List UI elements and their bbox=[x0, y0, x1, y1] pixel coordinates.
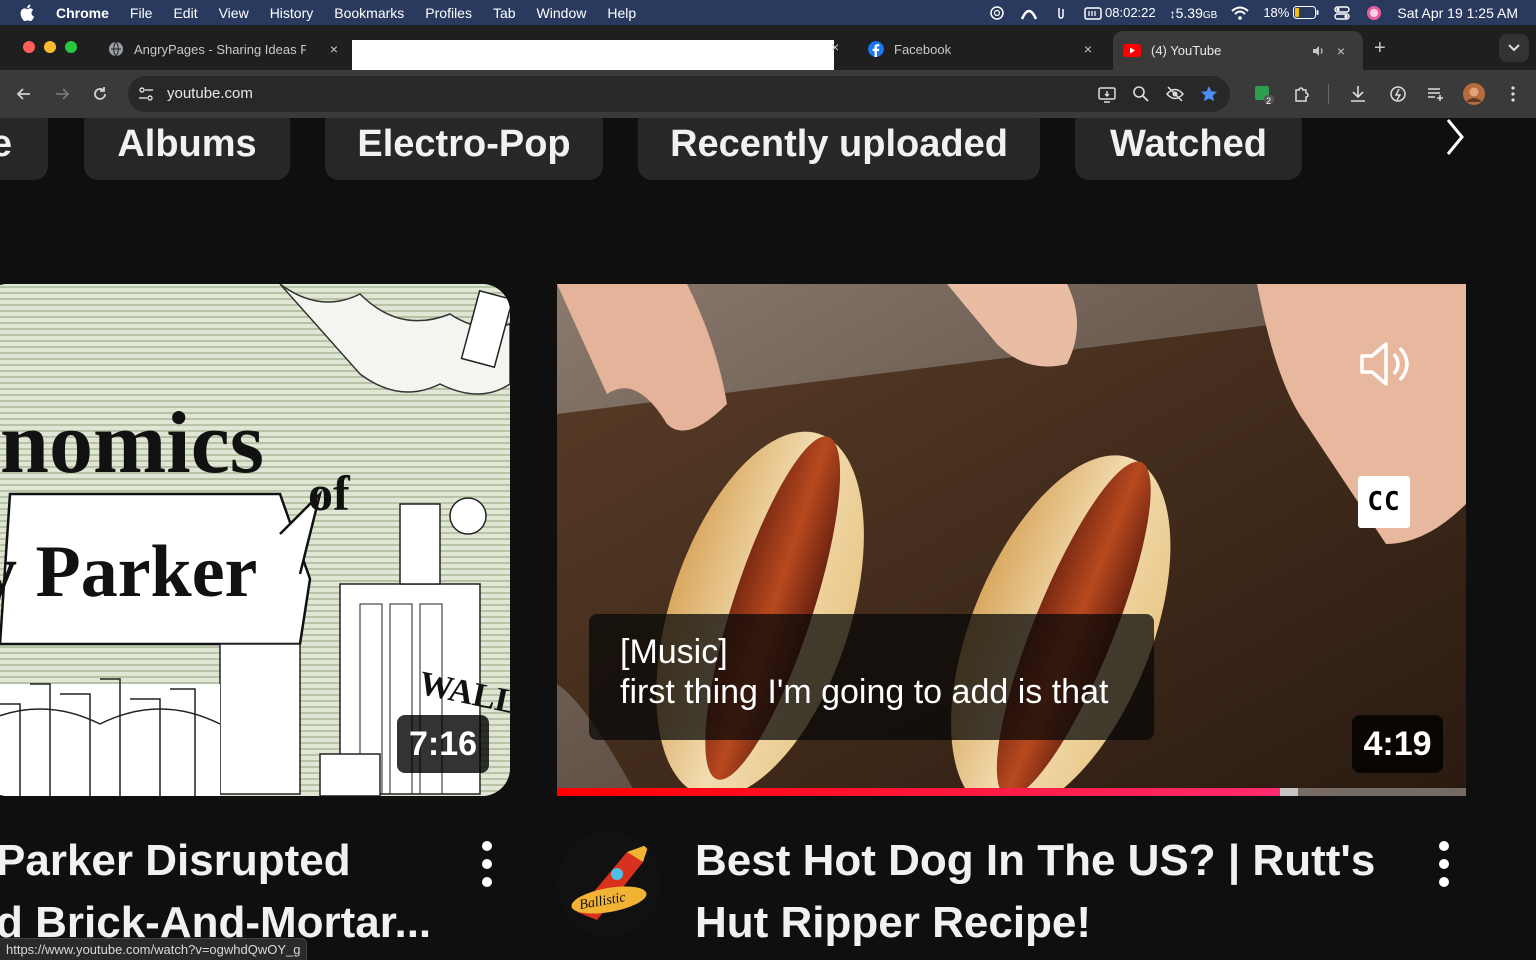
back-arrow-icon[interactable] bbox=[14, 84, 34, 104]
timer-icon bbox=[1084, 6, 1102, 20]
reload-icon[interactable] bbox=[90, 84, 110, 104]
volume-icon[interactable] bbox=[1356, 336, 1412, 392]
profile-avatar-icon[interactable] bbox=[1463, 83, 1485, 105]
window-close-button[interactable] bbox=[23, 41, 35, 53]
eye-off-icon[interactable] bbox=[1165, 84, 1185, 104]
menu-app-chrome[interactable]: Chrome bbox=[56, 5, 109, 21]
reading-list-icon[interactable] bbox=[1426, 84, 1446, 104]
chip-partial[interactable]: e bbox=[0, 118, 48, 180]
extension-badge: 2 bbox=[1266, 96, 1272, 106]
download-icon[interactable] bbox=[1348, 84, 1368, 104]
toolbar-divider bbox=[1328, 84, 1329, 104]
apple-menu-icon[interactable] bbox=[20, 4, 36, 21]
video-title-left[interactable]: Parker Disrupted d Brick-And-Mortar... bbox=[0, 830, 431, 954]
extensions-puzzle-icon[interactable] bbox=[1292, 84, 1312, 104]
tab-youtube[interactable]: (4) YouTube × bbox=[1113, 31, 1363, 70]
caption-line: [Music] bbox=[620, 633, 728, 671]
menu-edit[interactable]: Edit bbox=[173, 5, 197, 21]
control-center-icon[interactable] bbox=[1333, 5, 1351, 21]
openai-icon[interactable] bbox=[988, 5, 1006, 21]
timer-text: 08:02:22 bbox=[1105, 5, 1156, 20]
chip-albums[interactable]: Albums bbox=[84, 118, 290, 180]
menu-bookmarks[interactable]: Bookmarks bbox=[334, 5, 404, 21]
performance-icon[interactable] bbox=[1388, 84, 1408, 104]
memory-widget[interactable]: ↕ 5.39 GB bbox=[1170, 5, 1218, 21]
video-progress-bar[interactable] bbox=[557, 788, 1466, 796]
siri-icon[interactable] bbox=[1365, 5, 1383, 21]
channel-avatar[interactable]: Ballistic BBQ bbox=[557, 832, 661, 936]
caption-line: first thing I'm going to add is that bbox=[620, 673, 1109, 711]
tab-audio-icon[interactable] bbox=[1311, 44, 1325, 58]
menu-view[interactable]: View bbox=[219, 5, 249, 21]
menubar-status-area: 08:02:22 ↕ 5.39 GB 18% Sat Apr 19 1:25 AM bbox=[988, 0, 1518, 25]
tab-search-button[interactable] bbox=[1499, 34, 1529, 62]
menu-window[interactable]: Window bbox=[537, 5, 587, 21]
title-line: Parker Disrupted bbox=[0, 836, 351, 885]
url-text[interactable]: youtube.com bbox=[167, 85, 253, 102]
new-tab-button[interactable]: + bbox=[1374, 37, 1386, 60]
globe-icon bbox=[109, 41, 123, 57]
timer-widget[interactable]: 08:02:22 bbox=[1084, 5, 1156, 21]
site-settings-icon[interactable] bbox=[137, 85, 155, 103]
thumb-text-of: of bbox=[308, 465, 351, 521]
video-title-right[interactable]: Best Hot Dog In The US? | Rutt's Hut Rip… bbox=[695, 830, 1375, 954]
zoom-icon[interactable] bbox=[1131, 84, 1151, 104]
title-line: Hut Ripper Recipe! bbox=[695, 898, 1092, 947]
tab-facebook[interactable]: Facebook × bbox=[858, 31, 1106, 67]
paperclip-icon[interactable] bbox=[1052, 5, 1070, 21]
forward-arrow-icon[interactable] bbox=[52, 84, 72, 104]
progress-played bbox=[557, 788, 1280, 796]
captions-overlay: [Music] first thing I'm going to add is … bbox=[589, 614, 1154, 740]
memory-unit: GB bbox=[1202, 9, 1218, 21]
chevron-down-icon bbox=[1508, 44, 1520, 52]
youtube-icon bbox=[1123, 44, 1141, 57]
battery-widget[interactable]: 18% bbox=[1263, 5, 1319, 20]
tab-title: AngryPages - Sharing Ideas F bbox=[134, 41, 306, 57]
chip-watched[interactable]: Watched bbox=[1075, 118, 1302, 180]
more-menu-icon[interactable] bbox=[1503, 84, 1523, 104]
duration-badge: 7:16 bbox=[397, 715, 489, 773]
menu-history[interactable]: History bbox=[270, 5, 314, 21]
battery-icon bbox=[1293, 6, 1319, 19]
tab-title: (4) YouTube bbox=[1151, 43, 1222, 58]
tab-close-icon[interactable]: × bbox=[1084, 41, 1092, 57]
tab-close-icon[interactable]: × bbox=[831, 39, 839, 55]
menu-profiles[interactable]: Profiles bbox=[425, 5, 472, 21]
tab-angrypages[interactable]: AngryPages - Sharing Ideas F × bbox=[98, 31, 346, 67]
duration-badge: 4:19 bbox=[1352, 715, 1443, 773]
more-options-icon[interactable] bbox=[481, 840, 493, 888]
ballistic-bbq-logo: Ballistic BBQ bbox=[557, 832, 661, 936]
menubar-datetime[interactable]: Sat Apr 19 1:25 AM bbox=[1397, 5, 1518, 21]
window-zoom-button[interactable] bbox=[65, 41, 77, 53]
youtube-page: e Albums Electro-Pop Recently uploaded W… bbox=[0, 118, 1536, 960]
captions-button[interactable]: CC bbox=[1358, 476, 1410, 528]
tab-close-icon[interactable]: × bbox=[1337, 43, 1345, 59]
chevron-right-icon[interactable] bbox=[1440, 118, 1470, 156]
title-line: Best Hot Dog In The US? | Rutt's bbox=[695, 836, 1376, 885]
tab-close-icon[interactable]: × bbox=[330, 41, 338, 57]
install-app-icon[interactable] bbox=[1097, 84, 1117, 104]
window-minimize-button[interactable] bbox=[44, 41, 56, 53]
macos-menubar: Chrome File Edit View History Bookmarks … bbox=[0, 0, 1536, 25]
bookmark-star-icon[interactable] bbox=[1199, 84, 1219, 104]
menu-file[interactable]: File bbox=[130, 5, 153, 21]
thumb-text-parker: y Parker bbox=[0, 531, 257, 613]
tab-title: Facebook bbox=[894, 41, 952, 57]
facebook-icon bbox=[868, 41, 884, 57]
address-bar[interactable] bbox=[128, 76, 1230, 112]
chip-recently-uploaded[interactable]: Recently uploaded bbox=[638, 118, 1040, 180]
logo-subtext: BBQ bbox=[615, 910, 637, 921]
memory-value: 5.39 bbox=[1175, 4, 1203, 21]
menu-tab[interactable]: Tab bbox=[493, 5, 516, 21]
thumb-text-economics: nomics bbox=[0, 395, 264, 492]
wifi-icon[interactable] bbox=[1231, 5, 1249, 21]
more-options-icon[interactable] bbox=[1438, 840, 1450, 888]
battery-percent: 18% bbox=[1263, 5, 1290, 20]
chip-electro-pop[interactable]: Electro-Pop bbox=[325, 118, 603, 180]
link-status-bar: https://www.youtube.com/watch?v=ogwhdQwO… bbox=[0, 938, 308, 960]
arc-icon[interactable] bbox=[1020, 5, 1038, 21]
menu-help[interactable]: Help bbox=[607, 5, 636, 21]
